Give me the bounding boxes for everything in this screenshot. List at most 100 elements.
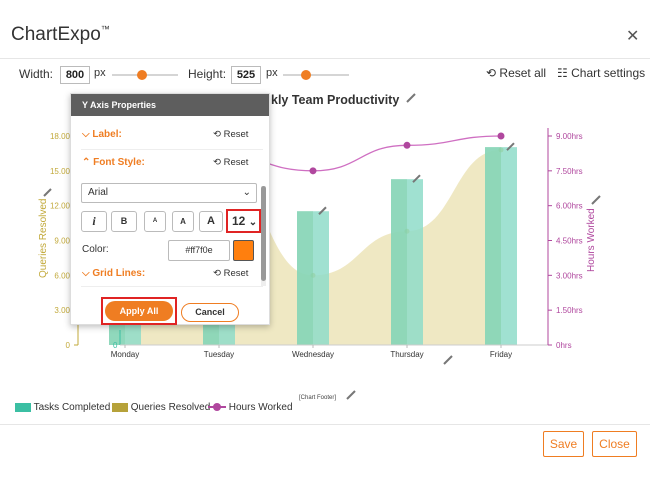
height-slider[interactable] xyxy=(283,74,349,76)
close-icon[interactable]: ✕ xyxy=(626,26,639,46)
panel-title: Y Axis Properties xyxy=(71,94,269,116)
font-style-section-toggle[interactable]: ⌃ Font Style: xyxy=(82,157,145,168)
font-size-small-button[interactable]: A xyxy=(144,211,166,232)
edit-footer-pencil-icon[interactable] xyxy=(346,390,356,400)
chart-title[interactable]: kly Team Productivity xyxy=(271,93,399,107)
bar-shade xyxy=(391,179,407,345)
color-swatch[interactable] xyxy=(233,240,254,261)
right-axis-label[interactable]: Hours Worked xyxy=(586,208,597,272)
height-unit: px xyxy=(266,67,278,79)
width-slider-handle[interactable] xyxy=(136,70,147,80)
grid-lines-section-toggle[interactable]: ⌵ Grid Lines: xyxy=(82,268,145,279)
apply-all-highlight: Apply All xyxy=(101,297,177,325)
bold-button[interactable]: B xyxy=(111,211,137,232)
left-tick-label: 0 xyxy=(66,341,71,350)
left-tick-label: 15.00 xyxy=(50,167,71,176)
hours-dot-wednesday[interactable] xyxy=(309,167,317,175)
right-tick-label: 4.50hrs xyxy=(556,237,583,246)
right-tick-label: 6.00hrs xyxy=(556,202,583,211)
grid-lines-section-title: Grid Lines: xyxy=(92,268,146,279)
font-size-large-button[interactable]: A xyxy=(199,211,223,232)
edit-left-axis-pencil-icon[interactable] xyxy=(43,188,52,197)
bar-shade xyxy=(297,211,313,345)
italic-button[interactable]: i xyxy=(81,211,107,232)
save-button[interactable]: Save xyxy=(543,431,584,457)
chevron-down-icon: ⌵ xyxy=(82,268,90,279)
right-tick-label: 7.50hrs xyxy=(556,167,583,176)
y-axis-properties-panel: Y Axis Properties ⌵ Label: ⟲ Reset ⌃ Fon… xyxy=(70,93,270,325)
legend-item[interactable]: Queries Resolved xyxy=(112,402,210,413)
font-size-medium-button[interactable]: A xyxy=(172,211,194,232)
x-tick-label-monday: Monday xyxy=(111,350,139,359)
reset-all-button[interactable]: ⟲ Reset all xyxy=(486,66,546,80)
label-section-toggle[interactable]: ⌵ Label: xyxy=(82,129,122,140)
right-tick-label: 9.00hrs xyxy=(556,132,583,141)
chevron-down-icon: ⌄ xyxy=(242,187,251,198)
close-button[interactable]: Close xyxy=(592,431,637,457)
label-section-title: Label: xyxy=(92,129,122,140)
reset-label: Reset xyxy=(223,129,249,140)
chart-settings-button[interactable]: ☷ Chart settings xyxy=(557,66,645,80)
bar-shade xyxy=(485,147,501,345)
font-style-reset-button[interactable]: ⟲ Reset xyxy=(213,157,248,168)
chart-footer[interactable]: [Chart Footer] xyxy=(299,395,336,401)
left-tick-label: 12.00 xyxy=(50,202,71,211)
edit-right-axis-pencil-icon[interactable] xyxy=(591,195,601,205)
color-label: Color: xyxy=(82,244,109,255)
reset-label: Reset xyxy=(223,157,249,168)
left-axis-label[interactable]: Queries Resolved xyxy=(38,199,49,278)
chart-settings-label: Chart settings xyxy=(571,66,646,80)
legend-item[interactable]: Tasks Completed xyxy=(15,402,110,413)
font-family-select[interactable]: Arial ⌄ xyxy=(81,183,257,203)
app-title: ChartExpo™ xyxy=(11,24,110,45)
reset-icon: ⟲ xyxy=(213,129,221,140)
right-tick-label: 0hrs xyxy=(556,341,572,350)
hours-dot-thursday[interactable] xyxy=(403,141,411,149)
bar-swatch-icon xyxy=(15,402,31,412)
cancel-button[interactable]: Cancel xyxy=(181,303,239,322)
section-divider xyxy=(81,149,263,150)
reset-icon: ⟲ xyxy=(213,268,221,279)
legend-label: Hours Worked xyxy=(226,402,293,413)
settings-sliders-icon: ☷ xyxy=(557,66,568,80)
header-divider xyxy=(0,58,650,59)
font-size-select[interactable]: 12 ⌄ xyxy=(226,209,261,233)
reset-icon: ⟲ xyxy=(486,66,497,80)
edit-xaxis-pencil-icon[interactable] xyxy=(443,355,453,365)
left-tick-label: 18.00 xyxy=(50,132,71,141)
legend-label: Queries Resolved xyxy=(128,402,211,413)
left-tick-label: 9.00 xyxy=(54,237,70,246)
edit-title-pencil-icon[interactable] xyxy=(406,93,416,103)
reset-all-label: Reset all xyxy=(499,66,547,80)
section-divider xyxy=(81,286,263,287)
apply-all-button[interactable]: Apply All xyxy=(105,301,173,321)
width-input[interactable]: 800 xyxy=(60,66,90,84)
chevron-down-icon: ⌵ xyxy=(82,129,90,140)
grid-lines-reset-button[interactable]: ⟲ Reset xyxy=(213,268,248,279)
panel-scrollbar-thumb[interactable] xyxy=(261,186,266,281)
hours-dot-friday[interactable] xyxy=(497,132,505,140)
chevron-down-icon: ⌄ xyxy=(248,217,258,228)
color-hex-input[interactable]: #ff7f0e xyxy=(168,240,230,261)
legend-item[interactable]: Hours Worked xyxy=(208,402,293,413)
height-slider-handle[interactable] xyxy=(301,70,312,80)
reset-label: Reset xyxy=(223,268,249,279)
reset-icon: ⟲ xyxy=(213,157,221,168)
height-label: Height: xyxy=(188,67,227,81)
width-label: Width: xyxy=(19,67,54,81)
line-dot-icon xyxy=(208,402,226,412)
x-tick-label-wednesday: Wednesday xyxy=(292,350,334,359)
font-style-section-title: Font Style: xyxy=(93,157,145,168)
x-tick-label-friday: Friday xyxy=(490,350,512,359)
footer-divider xyxy=(0,424,650,425)
font-size-value: 12 xyxy=(232,214,246,228)
label-reset-button[interactable]: ⟲ Reset xyxy=(213,129,248,140)
right-tick-label: 1.50hrs xyxy=(556,306,583,315)
x-tick-label-tuesday: Tuesday xyxy=(204,350,234,359)
left-tick-label: 6.00 xyxy=(54,271,70,280)
right-tick-label: 3.00hrs xyxy=(556,271,583,280)
height-input[interactable]: 525 xyxy=(231,66,261,84)
hidden-axis-tick-label: 0 xyxy=(113,341,118,350)
width-unit: px xyxy=(94,67,106,79)
font-family-value: Arial xyxy=(88,187,109,198)
